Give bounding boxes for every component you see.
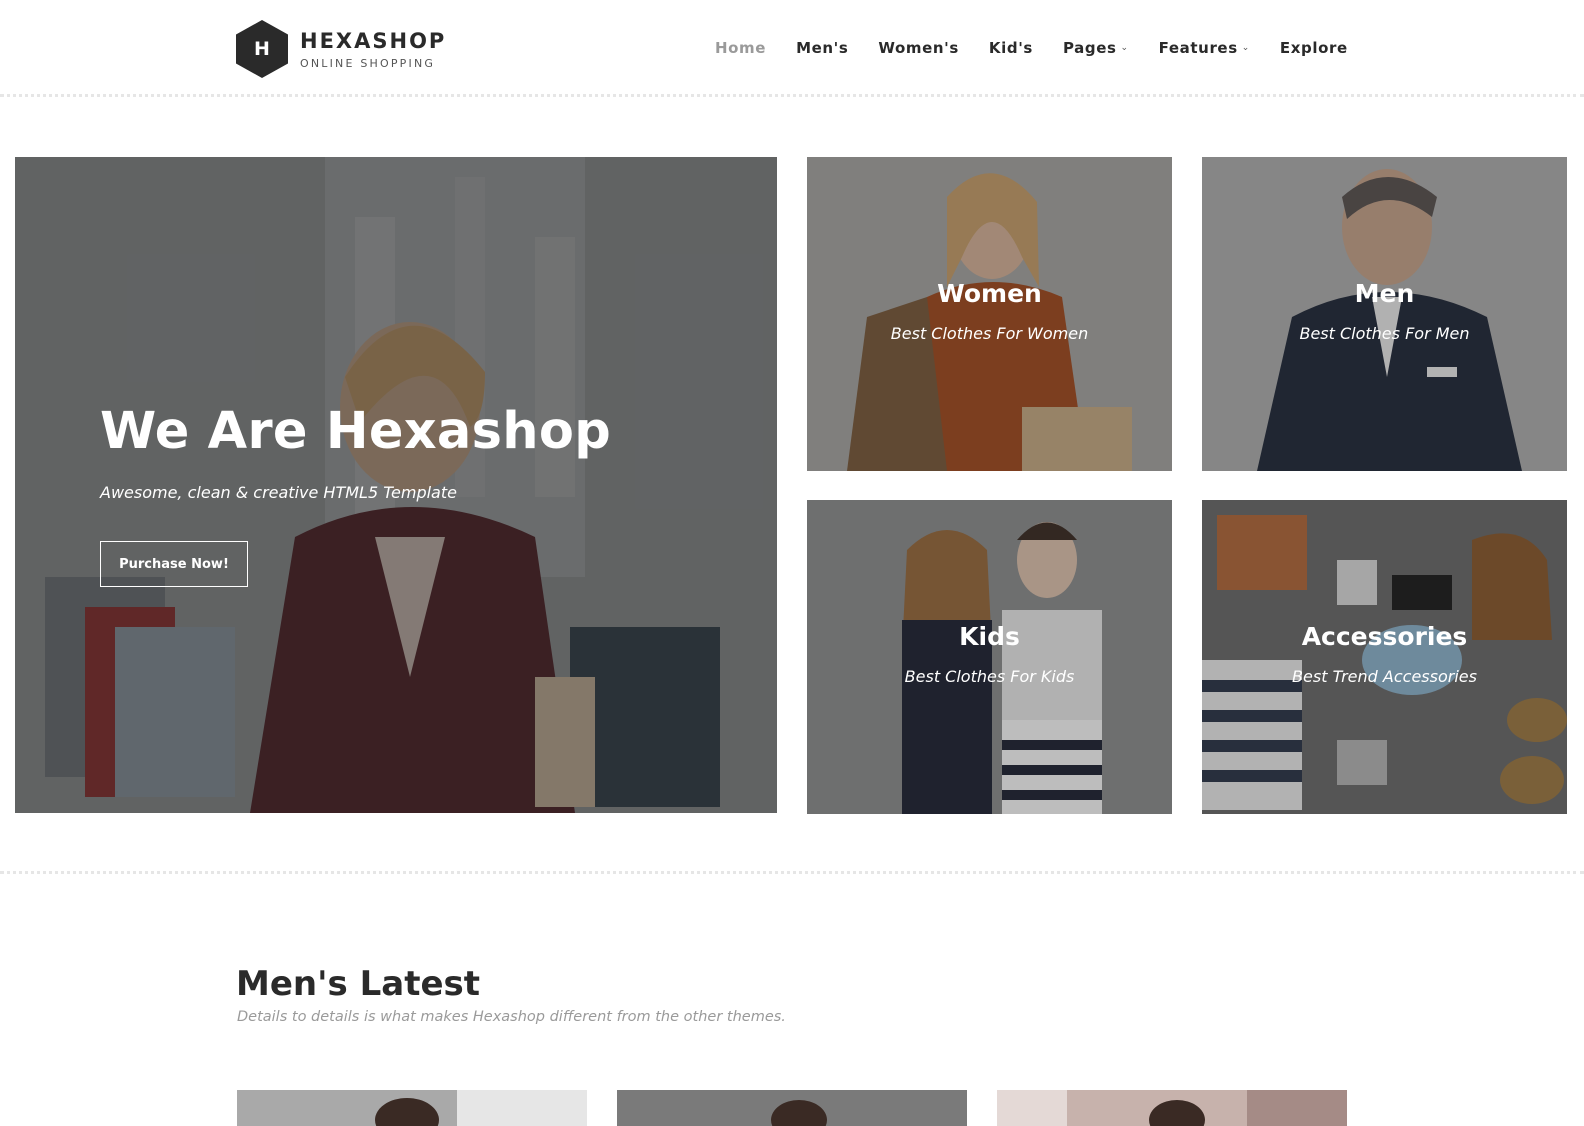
- nav-item-home[interactable]: Home: [715, 39, 766, 57]
- category-title: Men: [1354, 279, 1415, 308]
- brand-name: HEXASHOP: [300, 28, 447, 53]
- chevron-down-icon: ⌄: [1241, 43, 1250, 53]
- site-header: H HEXASHOP ONLINE SHOPPING Home Men's Wo…: [0, 0, 1584, 96]
- nav-label: Men's: [796, 39, 849, 57]
- nav-item-explore[interactable]: Explore: [1280, 39, 1348, 57]
- category-title: Kids: [959, 622, 1020, 651]
- category-overlay: [1202, 157, 1567, 471]
- category-overlay: [807, 500, 1172, 814]
- hero-subtitle: Awesome, clean & creative HTML5 Template: [100, 483, 457, 502]
- main-nav: Home Men's Women's Kid's Pages ⌄ Features…: [715, 34, 1378, 62]
- section-title: Men's Latest: [236, 964, 480, 1004]
- header-divider: [0, 94, 1584, 97]
- hero-banner: We Are Hexashop Awesome, clean & creativ…: [15, 157, 777, 813]
- nav-label: Kid's: [988, 39, 1033, 57]
- category-overlay: [1202, 500, 1567, 814]
- product-card[interactable]: [237, 1090, 587, 1126]
- product-card[interactable]: [997, 1090, 1347, 1126]
- nav-label: Features: [1158, 39, 1238, 57]
- category-title: Accessories: [1301, 622, 1468, 651]
- chevron-down-icon: ⌄: [1120, 43, 1129, 53]
- product-card[interactable]: [617, 1090, 967, 1126]
- purchase-now-button[interactable]: Purchase Now!: [100, 541, 248, 587]
- section-divider: [0, 871, 1584, 874]
- hexagon-logo-icon: H: [236, 20, 288, 78]
- nav-label: Pages: [1062, 39, 1117, 57]
- logo-letter: H: [254, 38, 270, 60]
- category-subtitle: Best Clothes For Men: [1299, 324, 1470, 343]
- category-men[interactable]: Men Best Clothes For Men: [1202, 157, 1567, 471]
- category-overlay: [807, 157, 1172, 471]
- hero-title: We Are Hexashop: [100, 402, 612, 461]
- category-title: Women: [937, 279, 1042, 308]
- category-accessories[interactable]: Accessories Best Trend Accessories: [1202, 500, 1567, 814]
- nav-item-kids[interactable]: Kid's: [989, 39, 1033, 57]
- category-kids[interactable]: Kids Best Clothes For Kids: [807, 500, 1172, 814]
- category-subtitle: Best Clothes For Women: [890, 324, 1089, 343]
- nav-item-features[interactable]: Features ⌄: [1159, 39, 1250, 57]
- category-subtitle: Best Trend Accessories: [1292, 667, 1477, 686]
- nav-label: Home: [715, 39, 767, 57]
- site-logo[interactable]: H HEXASHOP ONLINE SHOPPING: [236, 20, 446, 78]
- product-photo: [997, 1090, 1347, 1126]
- category-women[interactable]: Women Best Clothes For Women: [807, 157, 1172, 471]
- nav-item-womens[interactable]: Women's: [878, 39, 959, 57]
- nav-item-mens[interactable]: Men's: [796, 39, 848, 57]
- category-subtitle: Best Clothes For Kids: [904, 667, 1075, 686]
- nav-label: Explore: [1279, 39, 1348, 57]
- section-subtitle: Details to details is what makes Hexasho…: [237, 1009, 786, 1025]
- nav-item-pages[interactable]: Pages ⌄: [1063, 39, 1129, 57]
- product-photo: [237, 1090, 587, 1126]
- brand-tagline: ONLINE SHOPPING: [300, 56, 436, 70]
- nav-label: Women's: [878, 39, 959, 57]
- logo-text: HEXASHOP ONLINE SHOPPING: [300, 29, 446, 70]
- product-photo: [617, 1090, 967, 1126]
